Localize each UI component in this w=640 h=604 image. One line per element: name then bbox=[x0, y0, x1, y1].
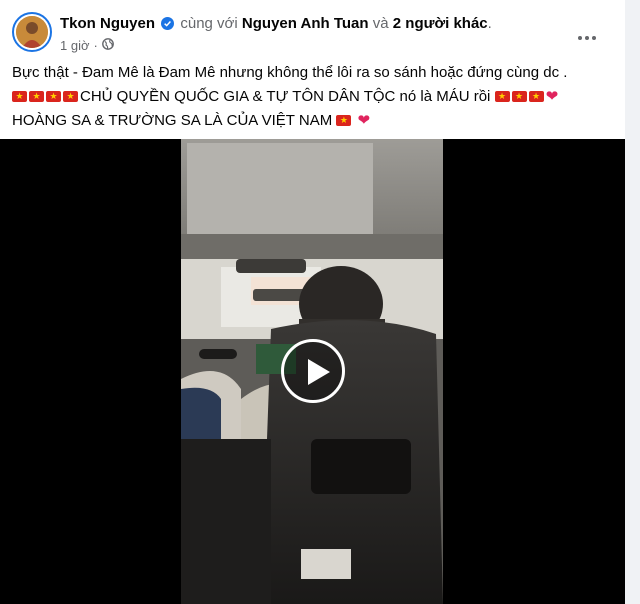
more-options-icon[interactable] bbox=[575, 30, 599, 46]
post-line-2: CHỦ QUYỀN QUỐC GIA & TỰ TÔN DÂN TỘC nó l… bbox=[12, 85, 613, 109]
avatar[interactable] bbox=[12, 12, 52, 52]
with-text: cùng với bbox=[180, 15, 238, 32]
post-line-1: Bực thật - Đam Mê là Đam Mê nhưng không … bbox=[12, 64, 568, 81]
and-text: và bbox=[372, 15, 389, 32]
globe-icon[interactable] bbox=[101, 38, 114, 53]
post-line-2-text: CHỦ QUYỀN QUỐC GIA & TỰ TÔN DÂN TỘC nó l… bbox=[80, 88, 491, 105]
vietnam-flag-icon bbox=[336, 115, 352, 126]
post-line-3-text: HOÀNG SA & TRƯỜNG SA LÀ CỦA VIỆT NAM bbox=[12, 112, 333, 129]
separator-dot: · bbox=[93, 38, 98, 53]
others-link[interactable]: 2 người khác bbox=[393, 15, 488, 32]
vietnam-flag-icon bbox=[29, 91, 44, 102]
post-time[interactable]: 1 giờ bbox=[60, 38, 90, 53]
post-line-3: HOÀNG SA & TRƯỜNG SA LÀ CỦA VIỆT NAM ❤ bbox=[12, 109, 613, 133]
period: . bbox=[487, 15, 492, 32]
video-player[interactable] bbox=[0, 139, 625, 604]
vietnam-flag-icon bbox=[511, 91, 527, 102]
vietnam-flag-icon bbox=[12, 91, 27, 102]
verified-badge-icon bbox=[161, 16, 175, 35]
play-icon[interactable] bbox=[281, 339, 345, 403]
heart-icon: ❤ bbox=[545, 88, 559, 105]
author-name[interactable]: Tkon Nguyen bbox=[60, 15, 155, 32]
vietnam-flag-icon bbox=[63, 91, 78, 102]
heart-icon: ❤ bbox=[357, 112, 371, 129]
vietnam-flag-icon bbox=[528, 91, 544, 102]
vietnam-flag-icon bbox=[46, 91, 61, 102]
avatar-image bbox=[16, 16, 48, 48]
post-header: Tkon Nguyen cùng với Nguyen Anh Tuan và … bbox=[12, 12, 613, 56]
vietnam-flag-icon bbox=[494, 91, 510, 102]
tagged-friend[interactable]: Nguyen Anh Tuan bbox=[242, 15, 369, 32]
post-text: Bực thật - Đam Mê là Đam Mê nhưng không … bbox=[12, 61, 613, 133]
post-card: Tkon Nguyen cùng với Nguyen Anh Tuan và … bbox=[0, 0, 625, 604]
